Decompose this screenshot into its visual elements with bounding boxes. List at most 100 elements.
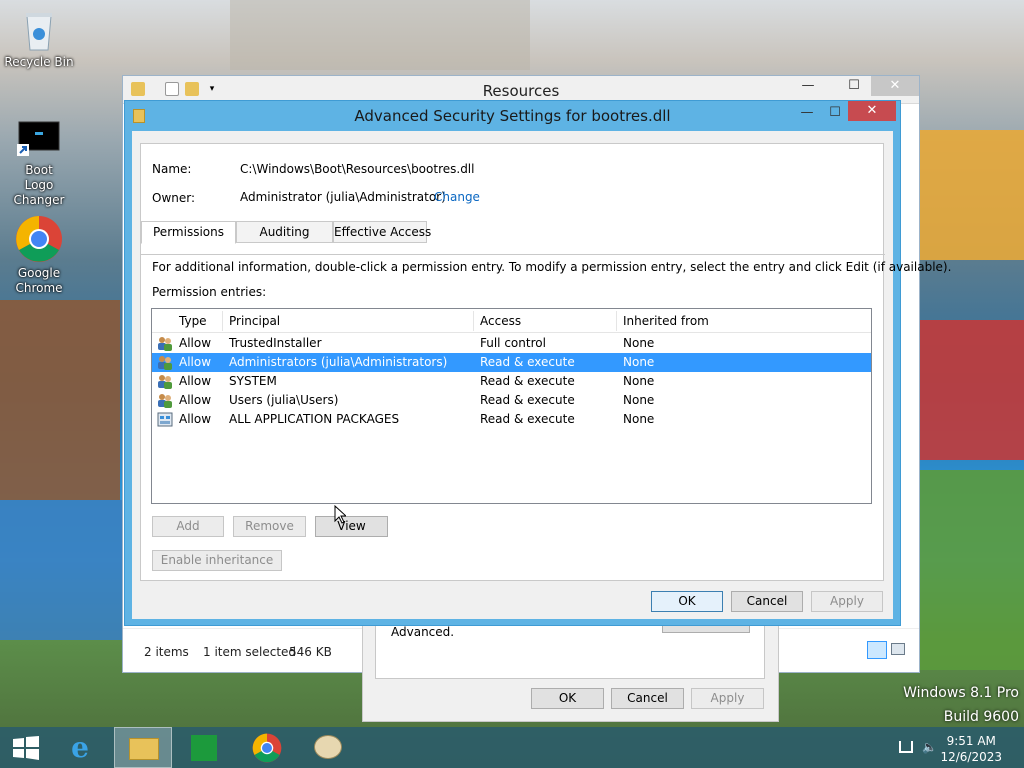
properties-apply-button[interactable]: Apply	[691, 688, 764, 709]
cell-inherited-from: None	[623, 336, 655, 350]
owner-label: Owner:	[152, 191, 196, 205]
recycle-bin-icon	[23, 8, 55, 52]
change-owner-link[interactable]: Change	[434, 190, 480, 204]
cell-principal: Administrators (julia\Administrators)	[229, 355, 448, 369]
cell-type: Allow	[179, 374, 212, 388]
clock-time: 9:51 AM	[946, 734, 996, 748]
cell-access: Read & execute	[480, 355, 575, 369]
cell-principal: ALL APPLICATION PACKAGES	[229, 412, 400, 426]
apply-button[interactable]: Apply	[811, 591, 883, 612]
status-selected: 1 item selected	[203, 645, 297, 659]
users-icon	[157, 393, 173, 408]
volume-muted-icon[interactable]: 🔈	[922, 739, 937, 755]
view-button[interactable]: View	[315, 516, 388, 537]
cell-principal: Users (julia\Users)	[229, 393, 339, 407]
taskbar-clock[interactable]: 9:51 AM 12/6/2023	[940, 733, 1002, 765]
properties-ok-button[interactable]: OK	[531, 688, 604, 709]
explorer-maximize-button[interactable]: ☐	[839, 76, 869, 96]
properties-content: Advanced.	[375, 619, 765, 679]
cancel-button[interactable]: Cancel	[731, 591, 803, 612]
column-header-principal[interactable]: Principal	[229, 314, 280, 328]
permission-entries-list[interactable]: Type Principal Access Inherited from All…	[151, 308, 872, 504]
chrome-icon	[15, 215, 63, 263]
permission-entries-label: Permission entries:	[152, 285, 267, 299]
wallpaper-block	[0, 500, 125, 640]
dialog-minimize-button[interactable]: —	[792, 103, 822, 123]
cell-type: Allow	[179, 336, 212, 350]
table-row[interactable]: Allow TrustedInstaller Full control None	[152, 334, 871, 353]
network-icon[interactable]	[899, 741, 913, 753]
cell-type: Allow	[179, 355, 212, 369]
wallpaper-block	[230, 0, 530, 70]
boot-logo-changer-icon	[17, 120, 61, 160]
remove-button[interactable]: Remove	[233, 516, 306, 537]
taskbar-file-explorer[interactable]	[114, 727, 172, 768]
file-explorer-icon	[129, 738, 159, 760]
dialog-title: Advanced Security Settings for bootres.d…	[354, 107, 671, 125]
taskbar-chrome[interactable]	[238, 727, 296, 768]
cell-principal: TrustedInstaller	[229, 336, 322, 350]
taskbar-store[interactable]	[176, 727, 234, 768]
owner-value: Administrator (julia\Administrator)	[240, 190, 446, 204]
desktop-icon-label: Recycle Bin	[4, 55, 74, 69]
start-button[interactable]	[0, 727, 58, 768]
properties-dialog: Advanced. OK Cancel Apply	[362, 618, 779, 722]
column-header-access[interactable]: Access	[480, 314, 521, 328]
clock-date: 12/6/2023	[940, 750, 1002, 764]
cell-inherited-from: None	[623, 393, 655, 407]
desktop-icon-recycle-bin[interactable]: Recycle Bin	[4, 8, 74, 70]
taskbar-internet-explorer[interactable]: e	[52, 727, 110, 768]
store-icon	[191, 735, 217, 761]
dialog-maximize-button[interactable]: ☐	[820, 103, 850, 123]
explorer-close-button[interactable]: ✕	[871, 76, 919, 96]
dialog-close-button[interactable]: ✕	[848, 101, 896, 121]
status-item-count: 2 items	[144, 645, 189, 659]
enable-inheritance-button[interactable]: Enable inheritance	[152, 550, 282, 571]
taskbar-paint[interactable]	[300, 727, 358, 768]
properties-advanced-text: Advanced.	[391, 625, 455, 639]
explorer-minimize-button[interactable]: —	[793, 76, 823, 96]
ok-button[interactable]: OK	[651, 591, 723, 612]
tab-effective-access[interactable]: Effective Access	[333, 221, 431, 243]
table-row[interactable]: Allow Administrators (julia\Administrator…	[152, 353, 871, 372]
name-value: C:\Windows\Boot\Resources\bootres.dll	[240, 162, 475, 176]
large-icons-view-icon[interactable]	[891, 643, 905, 655]
cell-inherited-from: None	[623, 374, 655, 388]
column-header-type[interactable]: Type	[179, 314, 207, 328]
windows-edition-watermark: Windows 8.1 Pro	[903, 685, 1019, 701]
table-row[interactable]: Allow Users (julia\Users) Read & execute No…	[152, 391, 871, 410]
advanced-security-dialog: Advanced Security Settings for bootres.d…	[124, 100, 951, 626]
tab-auditing[interactable]: Auditing	[236, 221, 333, 243]
paint-palette-icon	[314, 735, 342, 759]
cell-type: Allow	[179, 412, 212, 426]
internet-explorer-icon: e	[71, 731, 89, 764]
column-header-inherited-from[interactable]: Inherited from	[623, 314, 709, 328]
users-icon	[157, 336, 173, 351]
cell-access: Full control	[480, 336, 546, 350]
table-row[interactable]: Allow SYSTEM Read & execute None	[152, 372, 871, 391]
tab-permissions[interactable]: Permissions	[141, 221, 236, 244]
details-view-icon[interactable]	[867, 641, 887, 659]
mouse-cursor	[334, 505, 346, 524]
cell-type: Allow	[179, 393, 212, 407]
users-icon	[157, 355, 173, 370]
status-size: 546 KB	[289, 645, 332, 659]
desktop-icon-boot-logo-changer[interactable]: Boot Logo Changer	[4, 120, 74, 208]
dialog-body: Name: C:\Windows\Boot\Resources\bootres.…	[132, 131, 951, 619]
list-header: Type Principal Access Inherited from	[152, 309, 871, 333]
wallpaper-block	[0, 300, 120, 500]
cell-access: Read & execute	[480, 374, 575, 388]
users-icon	[157, 374, 173, 389]
add-button[interactable]: Add	[152, 516, 224, 537]
cell-inherited-from: None	[623, 355, 655, 369]
cell-access: Read & execute	[480, 393, 575, 407]
name-label: Name:	[152, 162, 192, 176]
windows-logo-icon	[13, 736, 39, 760]
chrome-icon	[252, 733, 282, 763]
desktop-icon-google-chrome[interactable]: Google Chrome	[4, 215, 74, 296]
cell-access: Read & execute	[480, 412, 575, 426]
dialog-content-frame: Name: C:\Windows\Boot\Resources\bootres.…	[140, 143, 951, 581]
table-row[interactable]: Allow ALL APPLICATION PACKAGES Read & exec…	[152, 410, 871, 429]
properties-cancel-button[interactable]: Cancel	[611, 688, 684, 709]
info-text: For additional information, double-click…	[152, 260, 952, 274]
